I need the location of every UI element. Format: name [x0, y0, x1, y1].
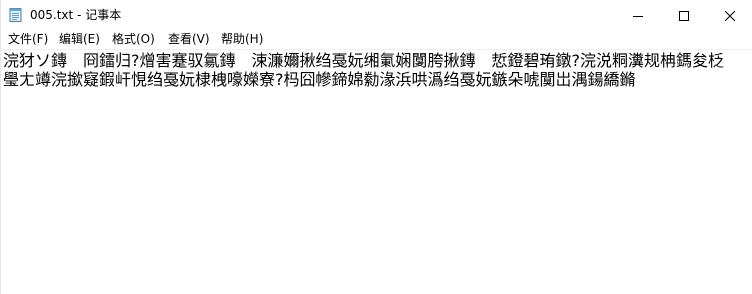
window-title: 005.txt - 记事本 — [30, 8, 122, 22]
vertical-scrollbar[interactable] — [738, 50, 752, 294]
close-button[interactable] — [707, 0, 752, 30]
document-text[interactable]: 浣犲ソ鏄 冏鐳归?熷害蹇驭氱鏄 涑濂嬭揪绉戞妧缃氭娴闅胯揪鏄 悊鐙碧珛鐓?浣涚粡… — [3, 51, 731, 89]
menu-edit[interactable]: 编辑(E) — [56, 30, 103, 49]
minimize-icon — [633, 6, 643, 25]
notepad-icon — [9, 7, 22, 22]
minimize-button[interactable] — [615, 0, 661, 30]
maximize-icon — [679, 6, 689, 25]
close-icon — [724, 6, 736, 25]
text-editor-area[interactable]: 浣犲ソ鏄 冏鐳归?熷害蹇驭氱鏄 涑濂嬭揪绉戞妧缃氭娴闅胯揪鏄 悊鐙碧珛鐓?浣涚粡… — [1, 50, 738, 294]
menu-bar: 文件(F) 编辑(E) 格式(O) 查看(V) 帮助(H) — [1, 30, 752, 50]
menu-view[interactable]: 查看(V) — [165, 30, 213, 49]
menu-format[interactable]: 格式(O) — [109, 30, 158, 49]
notepad-window: 005.txt - 记事本 文件(F) 编辑(E) 格式(O) 查看(V) 帮助… — [0, 0, 752, 294]
menu-file[interactable]: 文件(F) — [5, 30, 51, 49]
menu-help[interactable]: 帮助(H) — [218, 30, 266, 49]
maximize-button[interactable] — [661, 0, 707, 30]
title-bar[interactable]: 005.txt - 记事本 — [1, 0, 752, 30]
